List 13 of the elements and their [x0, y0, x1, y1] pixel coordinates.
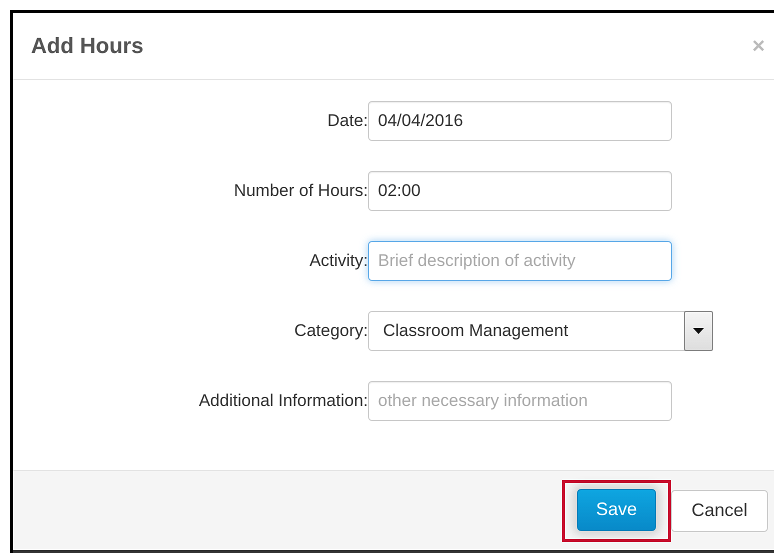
input-field[interactable]: other necessary information — [368, 381, 672, 421]
dialog-title: Add Hours — [31, 32, 144, 60]
field-label: Number of Hours: — [232, 180, 368, 202]
input-field[interactable]: Brief description of activity — [368, 241, 672, 281]
input-field[interactable]: 02:00 — [368, 171, 672, 211]
input-field[interactable]: 04/04/2016 — [368, 101, 672, 141]
category-dropdown[interactable]: Classroom Management — [368, 311, 713, 351]
field-label: Category: — [293, 320, 368, 342]
field-label: Activity: — [308, 250, 368, 272]
caret-icon — [693, 328, 704, 334]
field-label: Additional Information: — [198, 390, 368, 412]
cancel-button[interactable]: Cancel — [671, 490, 768, 532]
field-label: Date: — [326, 110, 368, 132]
